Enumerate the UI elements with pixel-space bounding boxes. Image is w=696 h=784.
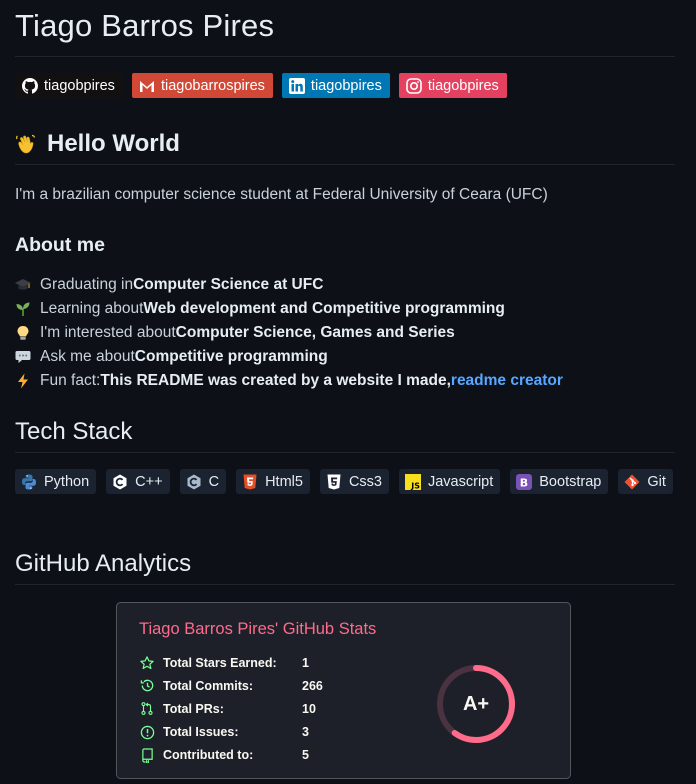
fact-highlight: Web development and Competitive programm… <box>143 300 505 317</box>
stats-list: Total Stars Earned: 1 Total Commits: 266… <box>139 651 323 767</box>
fact-highlight: Computer Science, Games and Series <box>175 324 455 341</box>
tech-label: Bootstrap <box>539 473 602 490</box>
tech-label: Git <box>647 473 666 490</box>
stat-value: 3 <box>302 725 309 740</box>
javascript-icon: JS <box>404 473 421 490</box>
css3-icon <box>326 474 342 490</box>
graduation-cap-icon <box>15 277 31 293</box>
light-bulb-icon <box>15 325 31 341</box>
stat-row: Total Commits: 266 <box>139 674 323 697</box>
list-item: Ask me about Competitive programming <box>15 345 563 369</box>
github-analytics-heading: GitHub Analytics <box>15 550 192 577</box>
fact-highlight: This README was created by a website I m… <box>100 372 451 389</box>
svg-text:JS: JS <box>410 481 420 490</box>
social-badges: tiagobpires tiagobarrospires tiagobpires… <box>15 73 507 98</box>
fact-text: Fun fact: <box>40 372 101 389</box>
hello-heading-text: Hello World <box>47 130 180 157</box>
tech-label: Css3 <box>348 473 382 490</box>
tech-badge-css3[interactable]: Css3 <box>319 469 389 494</box>
github-badge[interactable]: tiagobpires <box>15 73 123 98</box>
fact-text: Graduating in <box>40 276 134 293</box>
about-list: Graduating in Computer Science at UFC Le… <box>15 273 563 393</box>
gmail-badge-label: tiagobarrospires <box>160 77 265 94</box>
tech-badge-c[interactable]: C <box>179 469 227 494</box>
gmail-badge[interactable]: tiagobarrospires <box>131 73 273 98</box>
stat-value: 10 <box>302 701 316 716</box>
list-item: Graduating in Computer Science at UFC <box>15 273 563 297</box>
page-title: Tiago Barros Pires <box>15 8 275 43</box>
tech-badge-javascript[interactable]: JS Javascript <box>398 469 501 494</box>
stat-row: Contributed to: 5 <box>139 744 323 767</box>
stat-value: 266 <box>302 678 323 693</box>
stat-label: Contributed to: <box>163 748 254 763</box>
linkedin-badge-label: tiagobpires <box>310 77 382 94</box>
fact-text: I'm interested about <box>40 324 176 341</box>
stat-value: 5 <box>302 748 309 763</box>
issue-icon <box>139 724 155 740</box>
fact-text: Ask me about <box>40 348 135 365</box>
python-icon <box>21 474 37 490</box>
divider <box>15 584 675 585</box>
fact-highlight: Computer Science at UFC <box>133 276 324 293</box>
waving-hand-icon <box>15 133 37 155</box>
repo-icon <box>139 747 155 763</box>
list-item: Fun fact: This README was created by a w… <box>15 369 563 393</box>
hello-heading: Hello World <box>15 130 180 158</box>
grade-label: A+ <box>462 692 490 715</box>
stat-row: Total PRs: 10 <box>139 697 323 720</box>
c-icon <box>186 474 202 490</box>
instagram-badge[interactable]: tiagobpires <box>398 73 507 98</box>
svg-text:B: B <box>520 476 528 489</box>
linkedin-badge[interactable]: tiagobpires <box>281 73 390 98</box>
tech-badge-git[interactable]: Git <box>618 469 673 494</box>
pull-request-icon <box>139 701 155 717</box>
divider <box>15 452 675 453</box>
linkedin-icon <box>288 77 305 94</box>
fact-text: Learning about <box>40 300 144 317</box>
tech-badge-python[interactable]: Python <box>15 469 97 494</box>
stat-label: Total PRs: <box>163 701 224 716</box>
star-icon <box>139 655 155 671</box>
stats-card-title: Tiago Barros Pires' GitHub Stats <box>139 620 377 638</box>
list-item: Learning about Web development and Compe… <box>15 297 563 321</box>
tech-badge-bootstrap[interactable]: B Bootstrap <box>510 469 609 494</box>
stat-row: Total Issues: 3 <box>139 721 323 744</box>
divider <box>15 56 675 57</box>
speech-bubble-icon <box>15 349 31 365</box>
seedling-icon <box>15 301 31 317</box>
git-icon <box>624 474 640 490</box>
instagram-badge-label: tiagobpires <box>427 77 499 94</box>
divider <box>15 164 675 165</box>
readme-creator-link[interactable]: readme creator <box>451 372 563 390</box>
bootstrap-icon: B <box>516 473 533 490</box>
github-badge-label: tiagobpires <box>44 77 115 94</box>
tech-label: Python <box>44 473 90 490</box>
github-icon <box>22 77 38 94</box>
stat-row: Total Stars Earned: 1 <box>139 651 323 674</box>
html5-icon <box>242 474 258 490</box>
history-icon <box>139 678 155 694</box>
tech-label: Javascript <box>427 473 494 490</box>
tech-stack-heading: Tech Stack <box>15 418 133 445</box>
list-item: I'm interested about Computer Science, G… <box>15 321 563 345</box>
stat-label: Total Issues: <box>163 725 239 740</box>
stat-label: Total Commits: <box>163 678 254 693</box>
tech-badge-html5[interactable]: Html5 <box>236 469 310 494</box>
tech-label: C <box>208 473 220 490</box>
tech-label: Html5 <box>265 473 303 490</box>
github-stats-card: Tiago Barros Pires' GitHub Stats Total S… <box>116 602 571 779</box>
tech-badges: Python C++ C Html5 Css3 JS Javascript B … <box>15 469 673 494</box>
fact-highlight: Competitive programming <box>134 348 328 365</box>
about-heading: About me <box>15 234 105 256</box>
lightning-icon <box>15 373 31 389</box>
gmail-icon <box>139 78 155 94</box>
instagram-icon <box>406 77 422 94</box>
stat-value: 1 <box>302 655 309 670</box>
intro-text: I'm a brazilian computer science student… <box>15 186 548 203</box>
cplusplus-icon <box>112 474 128 490</box>
tech-label: C++ <box>135 473 163 490</box>
tech-badge-cplusplus[interactable]: C++ <box>106 469 170 494</box>
grade-ring: A+ <box>435 663 517 745</box>
stat-label: Total Stars Earned: <box>163 655 277 670</box>
